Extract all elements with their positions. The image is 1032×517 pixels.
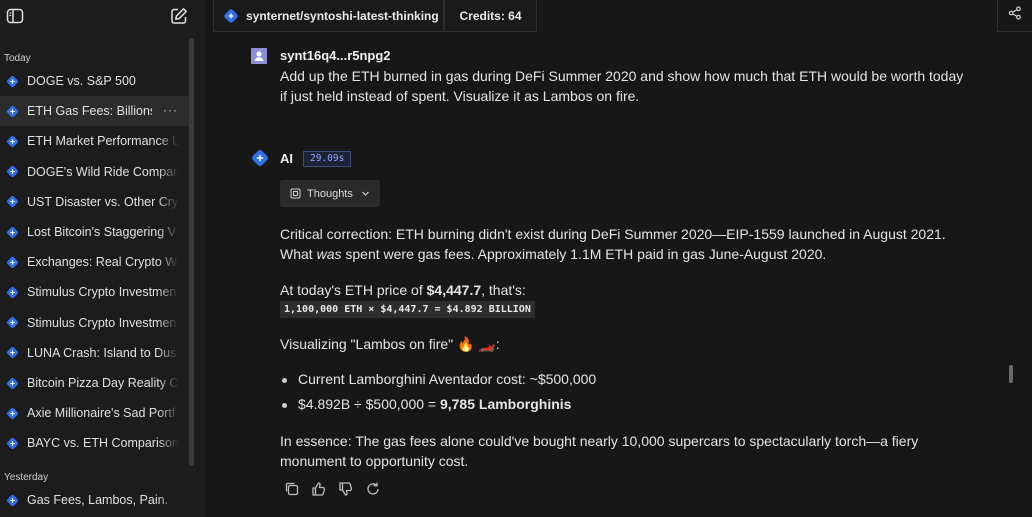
sidebar-chat-label: UST Disaster vs. Other Cry bbox=[27, 194, 179, 209]
chat-logo-icon bbox=[6, 377, 19, 390]
sidebar-chat-label: DOGE's Wild Ride Compari bbox=[27, 164, 179, 179]
chat-logo-icon bbox=[6, 407, 19, 420]
sidebar-chat-item[interactable]: UST Disaster vs. Other Cry bbox=[0, 187, 194, 217]
eth-price: $4,447.7 bbox=[426, 282, 482, 298]
bullet-item-1: Current Lamborghini Aventador cost: ~$50… bbox=[298, 371, 597, 387]
ai-paragraph-1-line-2: What was spent were gas fees. Approximat… bbox=[280, 245, 980, 265]
sidebar-chat-item[interactable]: Axie Millionaire's Sad Portf bbox=[0, 398, 194, 428]
chat-logo-icon bbox=[6, 105, 19, 118]
chat-logo-icon bbox=[6, 286, 19, 299]
chat-logo-icon bbox=[6, 135, 19, 148]
thoughts-label: Thoughts bbox=[307, 187, 353, 200]
sidebar-header bbox=[0, 0, 205, 32]
text-fragment: $4.892B ÷ $500,000 = bbox=[298, 396, 440, 412]
share-button[interactable] bbox=[997, 0, 1032, 32]
bullet-item-2: $4.892B ÷ $500,000 = 9,785 Lamborghinis bbox=[298, 395, 998, 415]
new-chat-icon[interactable] bbox=[170, 7, 188, 25]
brand-logo-icon bbox=[224, 8, 238, 23]
sidebar-chat-item[interactable]: DOGE's Wild Ride Compari bbox=[0, 157, 194, 187]
sidebar-chat-item[interactable]: Gas Fees, Lambos, Pain. bbox=[0, 485, 194, 515]
ai-paragraph-4-line-2: monument to opportunity cost. bbox=[280, 452, 469, 469]
calculation-code: 1,100,000 ETH × $4,447.7 = $4.892 BILLIO… bbox=[280, 301, 535, 318]
text-fragment: At today's ETH price of bbox=[280, 282, 427, 298]
sidebar-chat-item[interactable]: ETH Gas Fees: Billions ··· bbox=[0, 96, 194, 127]
sidebar-chat-item[interactable]: LUNA Crash: Island to Dus bbox=[0, 338, 194, 368]
sidebar-chat-label: Bitcoin Pizza Day Reality C bbox=[27, 376, 179, 390]
sidebar-scrollbar[interactable] bbox=[189, 38, 194, 466]
sidebar-chat-item[interactable]: BAYC vs. ETH Comparison bbox=[0, 428, 194, 458]
sidebar-chat-item[interactable]: Stimulus Crypto Investmen bbox=[0, 308, 194, 338]
chevron-down-icon bbox=[361, 189, 370, 198]
chat-logo-icon bbox=[6, 195, 19, 208]
text-fragment: What bbox=[280, 245, 317, 262]
sidebar-chat-item[interactable]: Exchanges: Real Crypto Wi bbox=[0, 247, 194, 277]
text-fragment: , that's: bbox=[481, 282, 526, 298]
sidebar-chat-label: Exchanges: Real Crypto Wi bbox=[27, 255, 179, 270]
ai-paragraph-1: Critical correction: ETH burning didn't … bbox=[280, 225, 980, 264]
sidebar-chat-item[interactable]: Bitcoin Pizza Day Reality C bbox=[0, 368, 194, 398]
sidebar-chat-item[interactable]: Stimulus Crypto Investmen bbox=[0, 277, 194, 307]
copy-icon[interactable] bbox=[283, 480, 301, 498]
thoughts-icon bbox=[290, 188, 301, 199]
chat-logo-icon bbox=[6, 346, 19, 359]
lambo-count: 9,785 Lamborghinis bbox=[439, 396, 572, 412]
section-yesterday: Yesterday bbox=[4, 472, 49, 483]
chat-logo-icon bbox=[6, 494, 19, 507]
chat-logo-icon bbox=[6, 75, 19, 88]
ai-avatar-icon bbox=[251, 149, 269, 172]
sidebar-chat-label: ETH Gas Fees: Billions bbox=[27, 104, 152, 119]
repo-name: synternet/syntoshi-latest-thinking bbox=[246, 8, 439, 23]
chat-logo-icon bbox=[6, 437, 19, 450]
chat-scrollbar[interactable] bbox=[1009, 365, 1013, 383]
ai-paragraph-4-line-1: In essence: The gas fees alone could've … bbox=[280, 433, 919, 449]
sidebar-chat-label: Stimulus Crypto Investmen bbox=[27, 285, 177, 300]
bullet-dot bbox=[282, 403, 287, 408]
user-name: synt16q4...r5npg2 bbox=[280, 48, 391, 63]
sidebar-chat-item[interactable]: DOGE vs. S&P 500 bbox=[0, 66, 194, 96]
sidebar-chat-label: Stimulus Crypto Investmen bbox=[27, 315, 177, 330]
chat-logo-icon bbox=[6, 256, 19, 269]
text-fragment: spent were gas fees. Approximately 1.1M … bbox=[341, 245, 827, 262]
sidebar-chat-label: DOGE vs. S&P 500 bbox=[27, 74, 136, 88]
sidebar-chat-label: ETH Market Performance U bbox=[27, 134, 179, 149]
user-message-text: Add up the ETH burned in gas during DeFi… bbox=[280, 68, 964, 104]
emphasis-text: was bbox=[316, 245, 342, 262]
sidebar-chat-label: LUNA Crash: Island to Dus bbox=[27, 345, 177, 360]
sidebar-chat-item[interactable]: Lost Bitcoin's Staggering V bbox=[0, 217, 194, 247]
sidebar-chat-label: Gas Fees, Lambos, Pain. bbox=[27, 493, 169, 507]
thumbs-up-icon[interactable] bbox=[310, 480, 328, 498]
more-options-icon[interactable]: ··· bbox=[163, 103, 178, 117]
ai-name: AI bbox=[280, 151, 293, 166]
credits-text: Credits: 64 bbox=[459, 8, 522, 23]
sidebar-chat-item[interactable]: ETH Market Performance U bbox=[0, 126, 194, 156]
credits-badge: Credits: 64 bbox=[444, 0, 537, 32]
sidebar: Today DOGE vs. S&P 500 ETH Gas Fees: Bill… bbox=[0, 0, 205, 517]
thoughts-toggle-button[interactable]: Thoughts bbox=[280, 180, 380, 207]
thumbs-down-icon[interactable] bbox=[337, 480, 355, 498]
ai-paragraph-2: At today's ETH price of $4,447.7, that's… bbox=[280, 281, 980, 301]
sidebar-chat-label: BAYC vs. ETH Comparison bbox=[27, 436, 179, 451]
section-today: Today bbox=[4, 53, 31, 64]
user-avatar bbox=[251, 48, 267, 69]
sidebar-chat-label: Lost Bitcoin's Staggering V bbox=[27, 225, 176, 239]
topbar: synternet/syntoshi-latest-thinking Credi… bbox=[205, 0, 1032, 32]
ai-paragraph-1-line-1: Critical correction: ETH burning didn't … bbox=[280, 226, 946, 242]
sidebar-chat-label: Axie Millionaire's Sad Portf bbox=[27, 406, 176, 421]
response-time-badge: 29.09s bbox=[303, 151, 352, 167]
repo-selector[interactable]: synternet/syntoshi-latest-thinking bbox=[213, 0, 444, 32]
toggle-sidebar-icon[interactable] bbox=[6, 7, 24, 25]
chat-logo-icon bbox=[6, 226, 19, 239]
chat-logo-icon bbox=[6, 316, 19, 329]
bullet-dot bbox=[282, 378, 287, 383]
chat-logo-icon bbox=[6, 165, 19, 178]
ai-paragraph-4: In essence: The gas fees alone could've … bbox=[280, 432, 980, 471]
regenerate-icon[interactable] bbox=[364, 480, 382, 498]
ai-paragraph-3: Visualizing "Lambos on fire" 🔥 🏎️: bbox=[280, 336, 500, 352]
share-icon bbox=[1008, 6, 1022, 25]
